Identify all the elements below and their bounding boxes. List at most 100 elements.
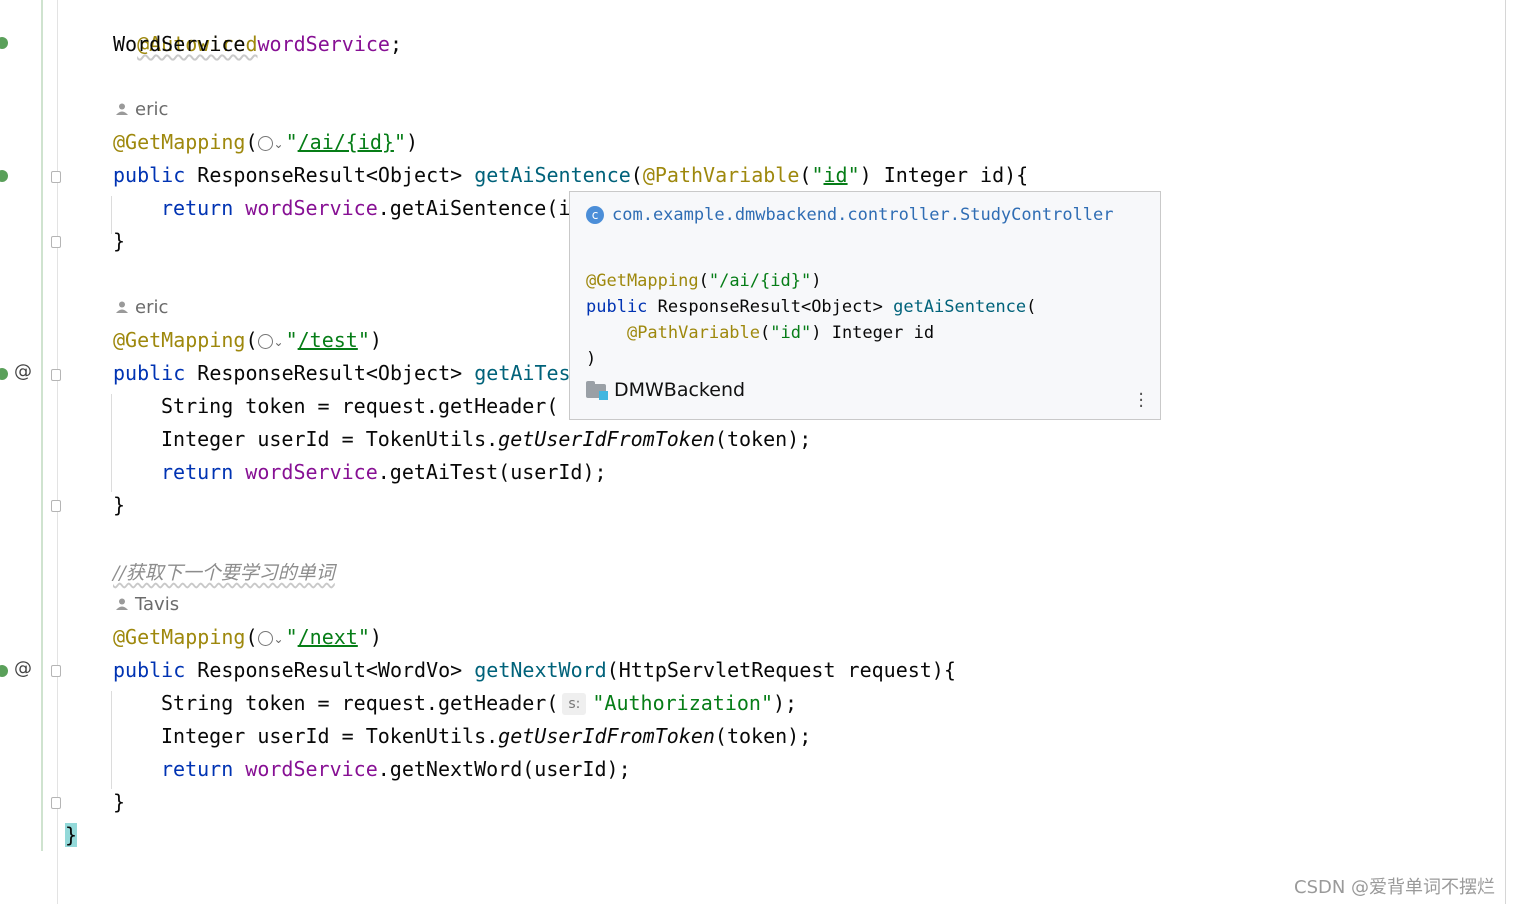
method-call: .getAiTest(userId);: [377, 460, 607, 484]
annotation: @GetMapping: [586, 271, 699, 291]
method-name: getAiSentence: [893, 297, 1027, 317]
chevron-down-icon[interactable]: ⌄: [274, 632, 284, 646]
person-icon: [116, 301, 128, 313]
author-hint[interactable]: Tavis: [115, 590, 179, 620]
url-path[interactable]: /ai/{id}: [298, 130, 394, 154]
indent-guide: [111, 394, 112, 492]
code-line[interactable]: WordService wordService;: [113, 28, 402, 61]
string-literal: id: [823, 163, 848, 187]
code-line[interactable]: //获取下一个要学习的单词: [113, 556, 335, 589]
fold-marker[interactable]: [51, 171, 61, 183]
module-name: DMWBackend: [614, 379, 746, 401]
method-name[interactable]: getAiSentence: [474, 163, 631, 187]
code-comment: //获取下一个要学习的单词: [113, 562, 335, 584]
field-name: wordService: [245, 757, 378, 781]
popup-module: DMWBackend: [586, 379, 745, 401]
quick-documentation-popup[interactable]: c com.example.dmwbackend.controller.Study…: [569, 191, 1161, 420]
more-options-icon[interactable]: · · ·: [1138, 386, 1144, 416]
code-line[interactable]: @GetMapping(⌄ "/ai/{id}"): [113, 126, 418, 159]
module-folder-icon: [586, 381, 608, 400]
field-name: wordService: [257, 32, 390, 56]
code-line[interactable]: String token = request.getHeader(s: "Auth…: [161, 687, 797, 720]
params: (HttpServletRequest request){: [606, 658, 956, 682]
args: (token);: [714, 427, 812, 451]
author-hint[interactable]: eric: [115, 95, 168, 125]
return-type: ResponseResult<Object>: [197, 163, 463, 187]
code-line[interactable]: public ResponseResult<Object> getAiSente…: [113, 159, 1028, 192]
code-line[interactable]: Integer userId = TokenUtils.getUserIdFro…: [161, 720, 811, 753]
code-line[interactable]: public ResponseResult<Object> getAiTes: [113, 357, 571, 390]
static-method[interactable]: getUserIdFromToken: [498, 427, 715, 451]
request-mapping-icon[interactable]: @: [14, 361, 32, 382]
code-line[interactable]: public ResponseResult<WordVo> getNextWor…: [113, 654, 956, 687]
code-line[interactable]: String token = request.getHeader(: [161, 390, 558, 423]
type-name: WordService: [113, 32, 246, 56]
string-literal: "/ai/{id}": [708, 271, 812, 291]
code-line[interactable]: Integer userId = TokenUtils.getUserIdFro…: [161, 423, 811, 456]
class-link[interactable]: com.example.dmwbackend.controller.StudyC…: [612, 205, 1114, 225]
globe-icon[interactable]: [257, 136, 273, 151]
code-line[interactable]: @GetMapping(⌄ "/next"): [113, 621, 382, 654]
code-line[interactable]: @Autowired: [113, 0, 257, 56]
keyword: public: [113, 658, 186, 682]
author-name: eric: [135, 297, 169, 318]
fold-marker[interactable]: [51, 797, 61, 809]
keyword: public: [586, 297, 648, 317]
parameter-hint: s:: [562, 693, 587, 715]
fold-marker[interactable]: [51, 500, 61, 512]
method-name[interactable]: getNextWord: [474, 658, 606, 682]
method-name[interactable]: getAiTes: [474, 361, 570, 385]
chevron-down-icon[interactable]: ⌄: [274, 137, 284, 151]
punctuation: );: [773, 691, 798, 715]
code-line[interactable]: }: [113, 225, 125, 258]
chevron-down-icon[interactable]: ⌄: [274, 335, 284, 349]
watermark: CSDN @爱背单词不摆烂: [1294, 877, 1496, 898]
globe-icon[interactable]: [257, 334, 273, 349]
params: Integer id: [821, 323, 935, 343]
keyword: return: [161, 196, 234, 220]
globe-icon[interactable]: [257, 631, 273, 646]
args: (token);: [714, 724, 812, 748]
code-line[interactable]: return wordService.getNextWord(userId);: [161, 753, 631, 786]
code-line[interactable]: }: [65, 819, 78, 852]
keyword: public: [113, 163, 186, 187]
brace: }: [113, 229, 126, 253]
statement: String token = request.getHeader(: [161, 691, 559, 715]
code-line[interactable]: @GetMapping(⌄ "/test"): [113, 324, 382, 357]
code-line[interactable]: }: [113, 786, 125, 819]
return-type: ResponseResult<Object>: [197, 361, 463, 385]
code-line[interactable]: return wordService.getAiTest(userId);: [161, 456, 607, 489]
indent-guide: [111, 691, 112, 789]
indent-guide: [111, 196, 112, 234]
gutter-divider: [57, 0, 58, 904]
author-hint[interactable]: eric: [115, 293, 168, 323]
annotation: @PathVariable: [642, 163, 800, 187]
person-icon: [116, 103, 128, 115]
code-line[interactable]: }: [113, 489, 125, 522]
statement: String token = request.getHeader(: [161, 394, 559, 418]
url-path[interactable]: /test: [298, 328, 358, 352]
editor-gutter: [0, 0, 58, 904]
punctuation: ;: [389, 32, 402, 56]
punctuation: ): [586, 349, 597, 369]
editor-right-margin: [1505, 0, 1506, 904]
class-icon: c: [586, 206, 604, 224]
string-literal: Authorization: [604, 691, 761, 715]
popup-class-path[interactable]: c com.example.dmwbackend.controller.Study…: [586, 202, 1131, 228]
annotation: @GetMapping: [113, 625, 246, 649]
fold-marker[interactable]: [51, 369, 61, 381]
annotation: @GetMapping: [113, 130, 246, 154]
keyword: public: [113, 361, 186, 385]
field-name: wordService: [245, 460, 378, 484]
request-mapping-icon[interactable]: @: [14, 658, 32, 679]
code-line[interactable]: return wordService.getAiSentence(i: [161, 192, 570, 225]
vcs-change-marker[interactable]: [41, 0, 43, 851]
fold-marker[interactable]: [51, 236, 61, 248]
fold-marker[interactable]: [51, 665, 61, 677]
author-name: eric: [135, 99, 169, 120]
person-icon: [116, 598, 128, 610]
static-method[interactable]: getUserIdFromToken: [498, 724, 715, 748]
url-path[interactable]: /next: [298, 625, 358, 649]
keyword: return: [161, 757, 234, 781]
return-type: ResponseResult<Object>: [657, 297, 883, 317]
